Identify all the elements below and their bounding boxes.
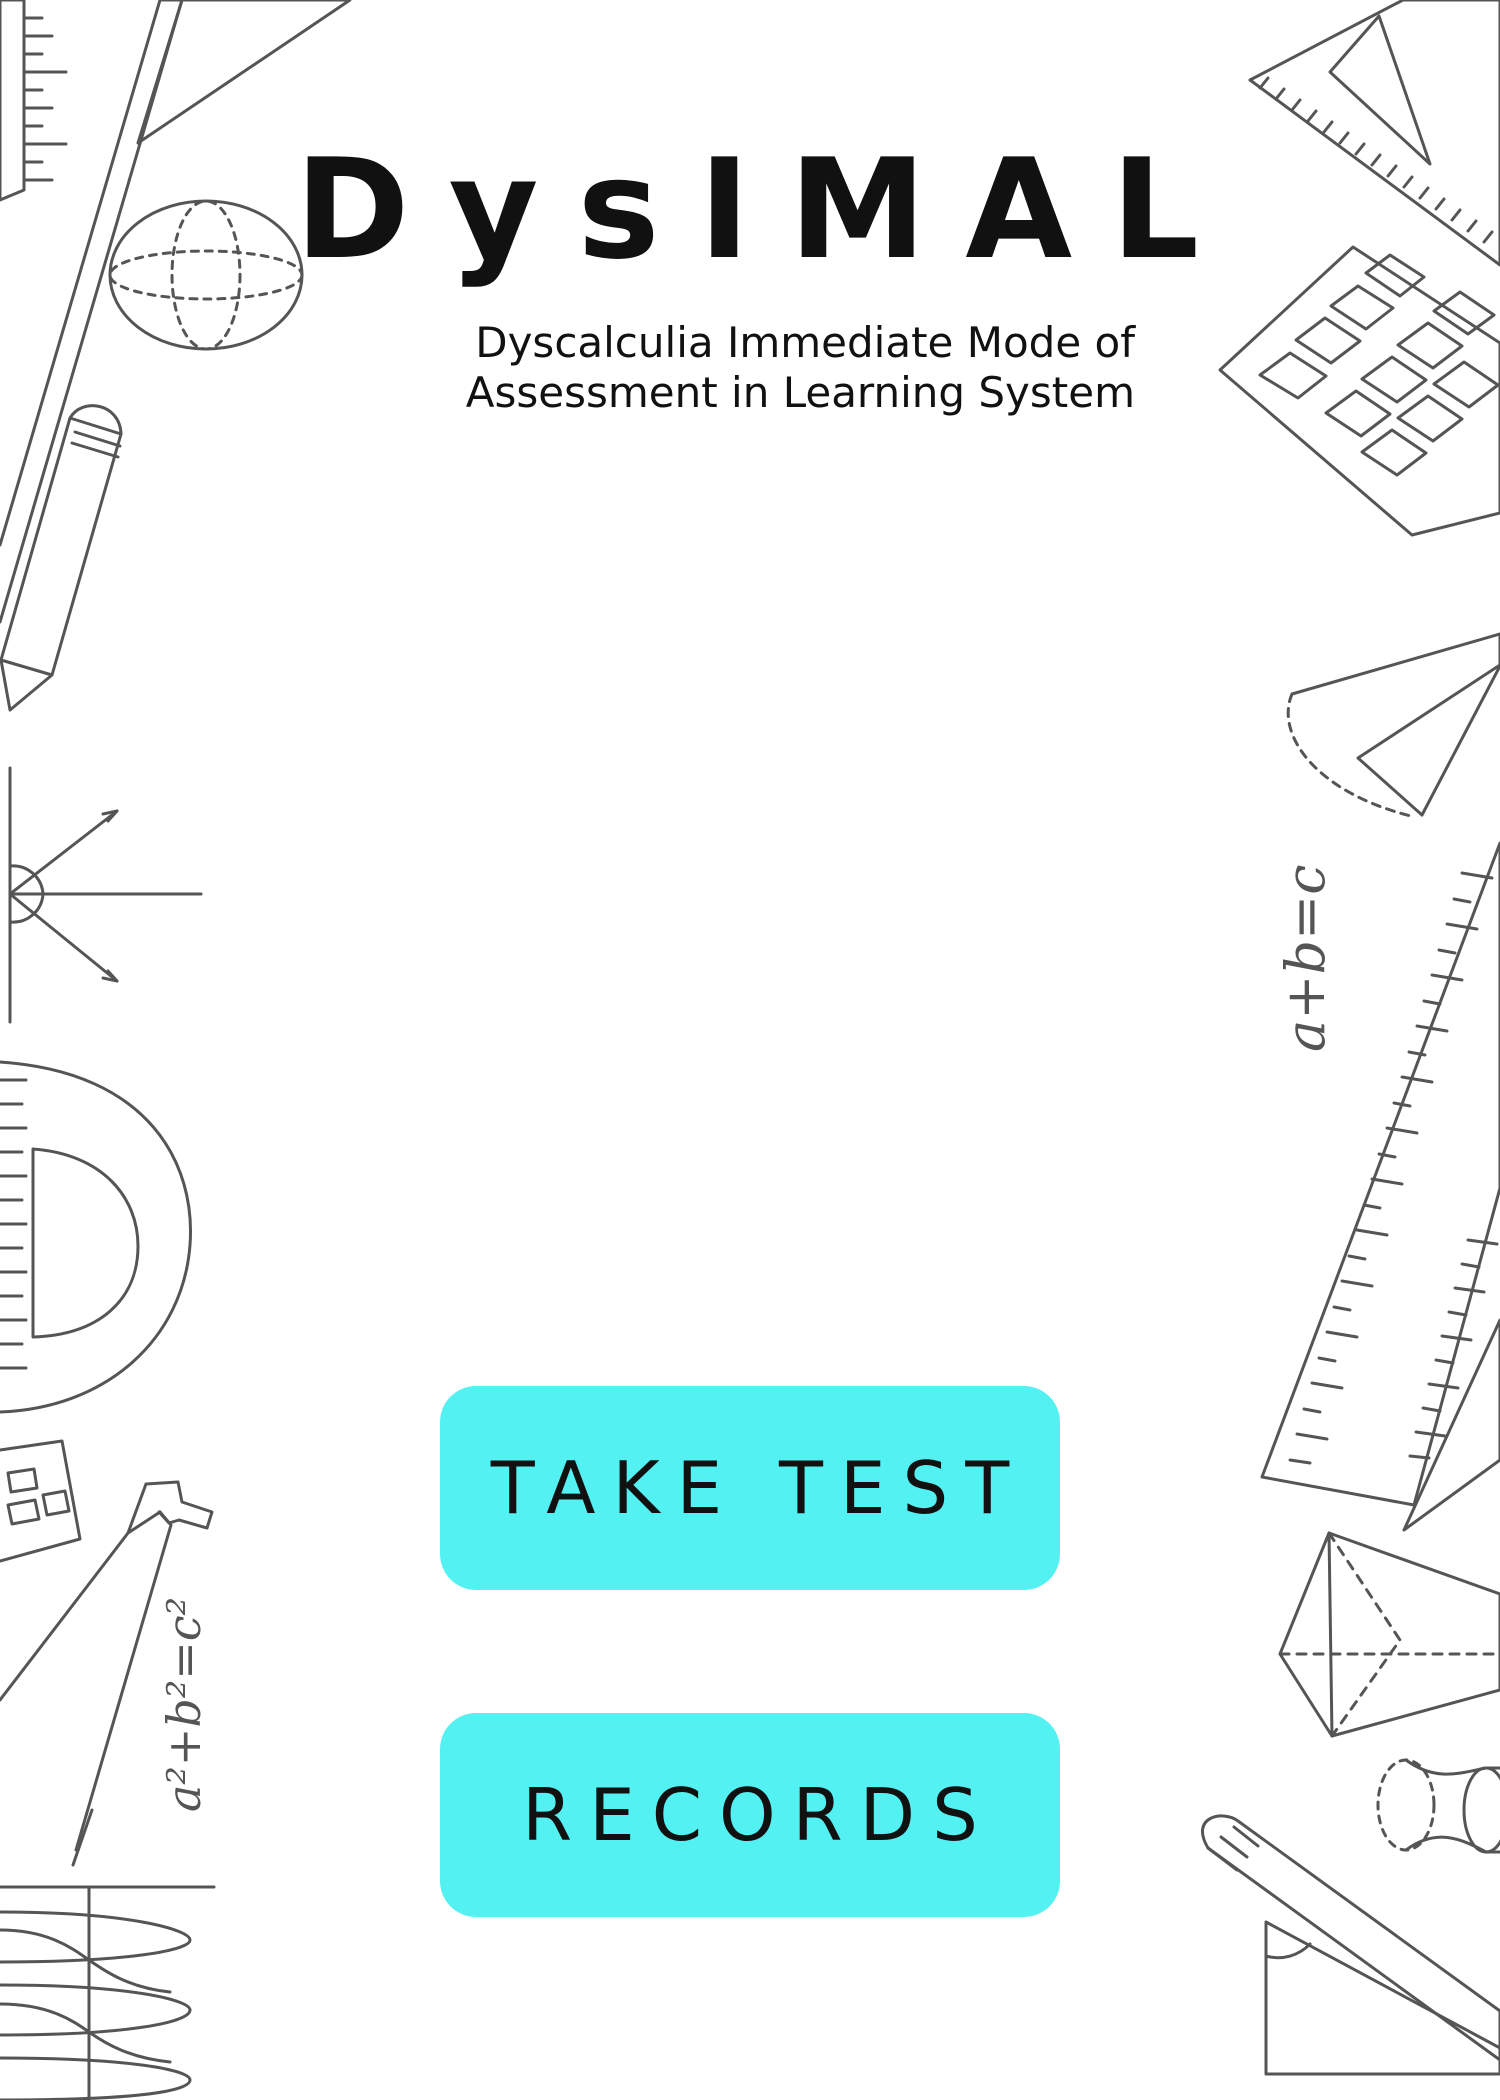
- formula-right: a+b=c: [1274, 865, 1337, 1053]
- hyperboloid-icon: [1378, 1760, 1500, 1852]
- formula-left: a²+b²=c²: [157, 1597, 211, 1812]
- small-calculator-icon: [0, 1441, 80, 1561]
- subtitle-line-1: Dyscalculia Immediate Mode of: [475, 318, 1135, 367]
- set-square-icon: [138, 0, 350, 143]
- pyramid-icon: [1280, 1533, 1500, 1736]
- wave-graph-icon: [0, 1887, 214, 2100]
- take-test-button[interactable]: TAKE TEST: [440, 1386, 1060, 1590]
- protractor-icon: [0, 1062, 191, 1412]
- records-button[interactable]: RECORDS: [440, 1713, 1060, 1917]
- app-subtitle: Dyscalculia Immediate Mode of Assessment…: [395, 318, 1135, 418]
- bottom-right-triangle-icon: [1266, 1922, 1500, 2074]
- top-right-set-square-icon: [1250, 0, 1500, 265]
- cone-icon: [1288, 634, 1500, 816]
- sphere-icon: [110, 201, 302, 349]
- subtitle-line-2: Assessment in Learning System: [465, 368, 1135, 417]
- ruler-icon: [0, 0, 66, 200]
- app-title: DysIMAL: [295, 129, 1239, 290]
- vector-diagram-icon: [10, 768, 201, 1022]
